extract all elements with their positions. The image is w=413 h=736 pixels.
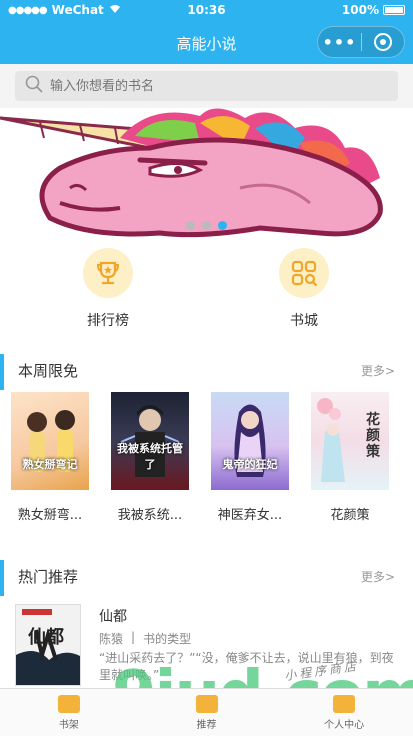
book-title: 我被系统...: [117, 508, 183, 523]
cover-text: 鬼帝的狂妃: [222, 458, 278, 471]
profile-icon: [333, 695, 356, 713]
cover-text: 仙都: [28, 627, 64, 648]
more-link[interactable]: 更多>: [361, 568, 395, 585]
bookstore-icon: [279, 248, 329, 298]
book-meta: 陈猿 | 书的类型: [99, 630, 191, 647]
search-input[interactable]: [50, 78, 370, 94]
recommend-item[interactable]: 仙都 仙都 陈猿 | 书的类型 “进山采药去了？”“没，俺爹不让去，说山里有狼，…: [15, 604, 400, 694]
mini-program-capsule: •••: [317, 26, 405, 58]
meta-separator: |: [131, 630, 136, 644]
book-title: 神医弃女...: [217, 508, 283, 523]
more-link[interactable]: 更多>: [361, 362, 395, 379]
carousel-indicator: [186, 221, 227, 230]
recommend-icon: [195, 695, 218, 713]
book-author: 陈猿: [99, 632, 124, 646]
book-list: 熟女掰弯记 熟女掰弯... 我被系统托管了 我被系统... 鬼帝的狂妃 神医弃女…: [0, 392, 413, 523]
book-type: 书的类型: [143, 632, 192, 646]
book-cover: 花颜策: [311, 392, 389, 490]
book-title: 熟女掰弯...: [17, 508, 83, 523]
search-bar: [0, 64, 413, 108]
tab-label: 书架: [58, 720, 79, 731]
tab-recommend[interactable]: 推荐: [138, 689, 276, 736]
book-cover: 鬼帝的狂妃: [211, 392, 289, 490]
section-header: 本周限免 更多>: [0, 354, 413, 390]
unicorn-banner-image: [0, 108, 383, 238]
section-title: 热门推荐: [18, 568, 79, 586]
trophy-icon: [83, 248, 133, 298]
cover-text: 花颜策: [366, 412, 380, 460]
book-cover: 仙都: [15, 604, 81, 686]
ranking-label: 排行榜: [87, 313, 129, 329]
book-card[interactable]: 花颜策 花颜策: [300, 392, 400, 523]
battery-icon: [383, 5, 405, 15]
carousel-dot[interactable]: [186, 221, 195, 230]
free-books-section: 本周限免 更多> 熟女掰弯记 熟女掰弯... 我被系统托管了 我被系统... 鬼…: [0, 342, 413, 548]
book-cover: 熟女掰弯记: [11, 392, 89, 490]
close-mini-program-button[interactable]: [362, 33, 404, 51]
target-icon: [373, 33, 392, 51]
more-menu-button[interactable]: •••: [318, 33, 361, 52]
quick-links: 排行榜 书城: [0, 238, 413, 342]
search-box[interactable]: [15, 71, 398, 101]
tab-label: 推荐: [196, 720, 217, 731]
book-title: 花颜策: [330, 508, 370, 523]
book-name: 仙都: [99, 609, 127, 625]
bookshelf-icon: [57, 695, 80, 713]
cover-text: 我被系统托管了: [117, 442, 183, 471]
battery-label: 100%: [341, 3, 379, 17]
tab-label: 个人中心: [324, 720, 365, 731]
cover-text: 熟女掰弯记: [22, 458, 78, 471]
status-right: 100%: [342, 3, 405, 17]
carousel-dot-active[interactable]: [218, 221, 227, 230]
carousel-dot[interactable]: [202, 221, 211, 230]
section-header: 热门推荐 更多>: [0, 560, 413, 596]
ranking-button[interactable]: 排行榜: [63, 248, 153, 330]
tab-profile[interactable]: 个人中心: [275, 689, 413, 736]
book-cover: 我被系统托管了: [111, 392, 189, 490]
section-title: 本周限免: [18, 362, 79, 380]
tab-bookshelf[interactable]: 书架: [0, 689, 138, 736]
book-card[interactable]: 我被系统托管了 我被系统...: [100, 392, 200, 523]
hot-recommend-section: 热门推荐 更多> 仙都 仙都 陈猿 | 书的类型 “进山采药去了？”“没，俺爹不…: [0, 548, 413, 688]
book-description: “进山采药去了？”“没，俺爹不让去，说山里有狼，到夜里就叫唤。”: [99, 651, 394, 682]
nav-bar: 高能小说 •••: [0, 20, 413, 64]
search-icon: [25, 75, 43, 97]
status-bar: ●●●●● WeChat 10:36 100%: [0, 0, 413, 20]
book-card[interactable]: 鬼帝的狂妃 神医弃女...: [200, 392, 300, 523]
bottom-tab-bar: 书架 推荐 个人中心: [0, 688, 413, 736]
book-card[interactable]: 熟女掰弯记 熟女掰弯...: [0, 392, 100, 523]
banner-carousel[interactable]: [0, 108, 413, 238]
bookstore-button[interactable]: 书城: [259, 248, 349, 330]
bookstore-label: 书城: [290, 313, 318, 329]
